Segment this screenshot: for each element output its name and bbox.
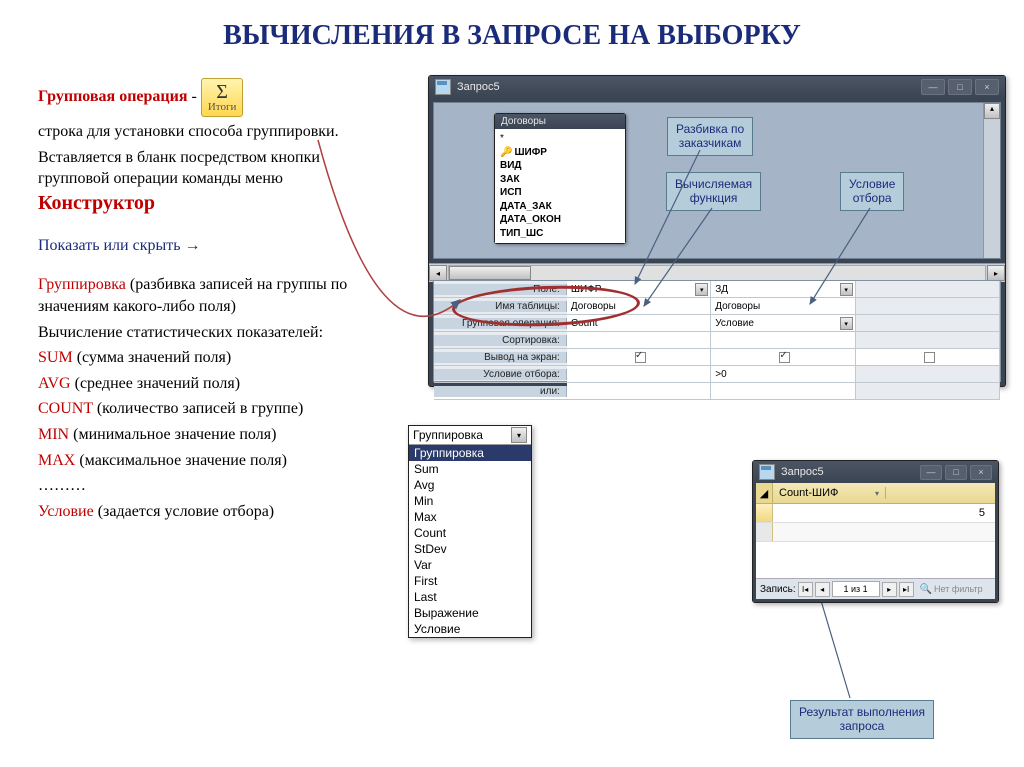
- grid-row-label: Вывод на экран:: [434, 352, 567, 363]
- nav-next-button[interactable]: ▸: [882, 582, 897, 597]
- dropdown-item[interactable]: Avg: [409, 477, 531, 493]
- window-titlebar[interactable]: Запрос5 — □ ×: [429, 76, 1005, 98]
- app-icon: [435, 79, 451, 95]
- chevron-down-icon[interactable]: ▾: [511, 427, 527, 443]
- grid-cell[interactable]: [711, 349, 855, 365]
- slide-title: ВЫЧИСЛЕНИЯ В ЗАПРОСЕ НА ВЫБОРКУ: [0, 20, 1024, 52]
- totals-label: Итоги: [208, 101, 237, 113]
- field-item[interactable]: 🔑ШИФР: [500, 146, 620, 160]
- query-result-window: Запрос5 — □ × ◢ Count-ШИФ ▾ 5 Запись: I◂…: [752, 460, 999, 603]
- grid-cell[interactable]: [567, 332, 711, 348]
- dropdown-item[interactable]: Max: [409, 509, 531, 525]
- nav-prev-button[interactable]: ◂: [815, 582, 830, 597]
- scroll-up-button[interactable]: ▴: [984, 103, 1000, 119]
- grid-cell[interactable]: [856, 349, 1000, 365]
- select-all-cell[interactable]: ◢: [756, 483, 773, 503]
- callout-fn: Вычисляемая функция: [666, 172, 761, 211]
- stat-title: Вычисление статистических показателей:: [38, 322, 388, 344]
- grid-cell[interactable]: [856, 366, 1000, 382]
- field-item[interactable]: ДАТА_ОКОН: [500, 213, 620, 227]
- nav-last-button[interactable]: ▸I: [899, 582, 914, 597]
- constructor-word: Конструктор: [38, 192, 155, 214]
- grid-cell[interactable]: Условие▾: [711, 315, 855, 331]
- result-value: 5: [773, 504, 995, 522]
- grp-op-label: Групповая операция: [38, 88, 188, 105]
- line1: строка для установки способа группировки…: [38, 121, 388, 143]
- show-hide: Показать или скрыть →: [38, 235, 388, 257]
- grid-cell[interactable]: [711, 332, 855, 348]
- grid-cell[interactable]: [856, 298, 1000, 314]
- app-icon: [759, 464, 775, 480]
- window-title: Запрос5: [457, 81, 500, 93]
- dropdown-item[interactable]: Группировка: [409, 445, 531, 461]
- maximize-button[interactable]: □: [948, 79, 972, 95]
- grid-row-label: Сортировка:: [434, 335, 567, 346]
- grid-cell[interactable]: [856, 332, 1000, 348]
- nav-first-button[interactable]: I◂: [798, 582, 813, 597]
- grid-cell[interactable]: [856, 383, 1000, 399]
- grid-cell[interactable]: >0: [711, 366, 855, 382]
- sigma-icon: Σ: [208, 82, 237, 102]
- column-header[interactable]: Count-ШИФ ▾: [773, 487, 886, 499]
- grid-cell[interactable]: [711, 383, 855, 399]
- result-row[interactable]: 5: [756, 504, 995, 523]
- maximize-button[interactable]: □: [945, 465, 967, 480]
- grid-cell[interactable]: [856, 281, 1000, 297]
- left-text-block: Групповая операция - Σ Итоги строка для …: [38, 78, 388, 526]
- close-button[interactable]: ×: [975, 79, 999, 95]
- field-item[interactable]: ВИД: [500, 159, 620, 173]
- result-title: Запрос5: [781, 466, 824, 478]
- callout-partition: Разбивка по заказчикам: [667, 117, 753, 156]
- grouping-word: Группировка: [38, 276, 126, 293]
- chevron-down-icon[interactable]: ▾: [875, 489, 879, 498]
- field-list-title: Договоры: [495, 114, 625, 129]
- grid-row-label: или:: [434, 386, 567, 397]
- record-navigator[interactable]: Запись: I◂ ◂ ▸ ▸I 🔍 Нет фильтр: [756, 578, 995, 599]
- field-item[interactable]: *: [500, 132, 620, 146]
- dropdown-item[interactable]: Last: [409, 589, 531, 605]
- grid-row-label: Условие отбора:: [434, 369, 567, 380]
- minimize-button[interactable]: —: [920, 465, 942, 480]
- callout-filter: Условие отбора: [840, 172, 904, 211]
- grouping-dropdown[interactable]: Группировка ▾ ГруппировкаSumAvgMinMaxCou…: [408, 425, 532, 638]
- dropdown-item[interactable]: Var: [409, 557, 531, 573]
- close-button[interactable]: ×: [970, 465, 992, 480]
- field-item[interactable]: ТИП_ШС: [500, 227, 620, 241]
- nav-position[interactable]: [832, 581, 880, 597]
- minimize-button[interactable]: —: [921, 79, 945, 95]
- dropdown-current: Группировка: [413, 428, 483, 442]
- grid-cell[interactable]: [567, 349, 711, 365]
- field-list[interactable]: Договоры *🔑ШИФРВИДЗАКИСПДАТА_ЗАКДАТА_ОКО…: [494, 113, 626, 244]
- dropdown-item[interactable]: Условие: [409, 621, 531, 637]
- field-item[interactable]: ИСП: [500, 186, 620, 200]
- totals-button[interactable]: Σ Итоги: [201, 78, 244, 117]
- grid-cell[interactable]: [567, 366, 711, 382]
- grid-cell[interactable]: Договоры: [711, 298, 855, 314]
- dropdown-item[interactable]: Sum: [409, 461, 531, 477]
- field-item[interactable]: ДАТА_ЗАК: [500, 200, 620, 214]
- field-item[interactable]: ЗАК: [500, 173, 620, 187]
- dropdown-item[interactable]: Count: [409, 525, 531, 541]
- result-titlebar[interactable]: Запрос5 — □ ×: [753, 461, 998, 483]
- grid-cell[interactable]: [567, 383, 711, 399]
- grid-cell[interactable]: ЗД▾: [711, 281, 855, 297]
- dropdown-item[interactable]: Выражение: [409, 605, 531, 621]
- scroll-right-button[interactable]: ▸: [987, 265, 1005, 281]
- line2: Вставляется в бланк посредством кнопки г…: [38, 149, 320, 188]
- dropdown-item[interactable]: StDev: [409, 541, 531, 557]
- dropdown-item[interactable]: First: [409, 573, 531, 589]
- scroll-left-button[interactable]: ◂: [429, 265, 447, 281]
- callout-result: Результат выполнения запроса: [790, 700, 934, 739]
- dropdown-item[interactable]: Min: [409, 493, 531, 509]
- grid-cell[interactable]: [856, 315, 1000, 331]
